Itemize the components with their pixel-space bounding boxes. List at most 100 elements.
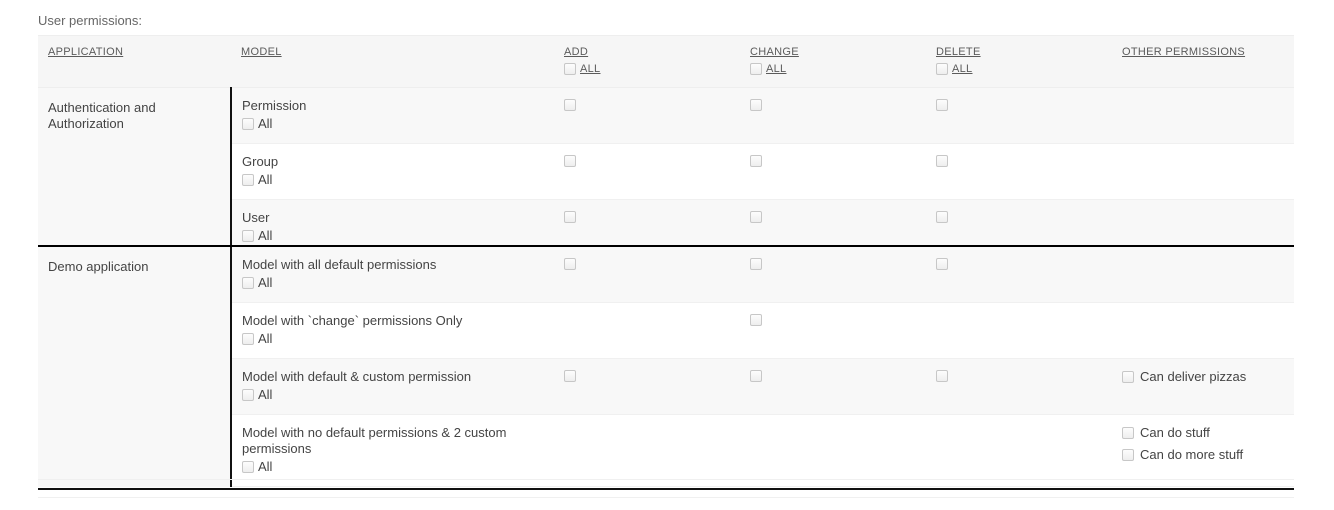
application-name: Authentication and Authorization	[38, 87, 232, 256]
model-all-label[interactable]: All	[258, 116, 272, 132]
other-permission-checkbox[interactable]	[1122, 427, 1134, 439]
table-body-auth: Authentication and Authorization Permissi…	[38, 87, 1294, 256]
model-cell: Group All	[231, 143, 554, 200]
add-permission-checkbox[interactable]	[564, 155, 576, 167]
model-all-label[interactable]: All	[258, 172, 272, 188]
model-all-toggle[interactable]: All	[242, 459, 544, 475]
add-permission-checkbox[interactable]	[564, 211, 576, 223]
delete-permission-cell	[926, 247, 1112, 303]
add-permission-checkbox[interactable]	[564, 370, 576, 382]
delete-permission-cell	[926, 414, 1112, 487]
delete-all-label[interactable]: ALL	[952, 63, 972, 75]
model-all-label[interactable]: All	[258, 459, 272, 475]
add-permission-cell	[554, 87, 740, 144]
column-header-application: APPLICATION	[38, 35, 231, 88]
change-permission-cell	[740, 358, 926, 415]
model-all-label[interactable]: All	[258, 275, 272, 291]
change-permission-cell	[740, 87, 926, 144]
change-permission-checkbox[interactable]	[750, 99, 762, 111]
model-name: Model with `change` permissions Only	[242, 313, 463, 328]
change-all-toggle[interactable]: ALL	[750, 63, 916, 75]
model-all-toggle[interactable]: All	[242, 172, 544, 188]
change-permission-checkbox[interactable]	[750, 370, 762, 382]
model-all-toggle[interactable]: All	[242, 387, 544, 403]
column-header-model-label[interactable]: MODEL	[241, 46, 282, 58]
model-cell: Model with `change` permissions Only All	[231, 302, 554, 359]
column-header-add-label[interactable]: ADD	[564, 46, 588, 58]
model-all-checkbox[interactable]	[242, 174, 254, 186]
change-permission-cell	[740, 247, 926, 303]
permissions-table-auth: APPLICATION MODEL ADD ALL CHANGE ALL DEL…	[38, 35, 1294, 256]
other-permissions-cell	[1112, 247, 1294, 303]
header-row: APPLICATION MODEL ADD ALL CHANGE ALL DEL…	[38, 35, 1294, 88]
model-all-checkbox[interactable]	[242, 461, 254, 473]
delete-permission-checkbox[interactable]	[936, 155, 948, 167]
table-row: Demo application Model with all default p…	[38, 247, 1294, 487]
other-permissions-cell	[1112, 302, 1294, 359]
change-permission-checkbox[interactable]	[750, 314, 762, 326]
other-permission-label[interactable]: Can deliver pizzas	[1140, 369, 1246, 385]
other-permission-item[interactable]: Can do stuff	[1122, 425, 1284, 441]
model-all-checkbox[interactable]	[242, 333, 254, 345]
column-header-application-label[interactable]: APPLICATION	[48, 46, 123, 58]
delete-permission-checkbox[interactable]	[936, 99, 948, 111]
model-all-checkbox[interactable]	[242, 118, 254, 130]
model-name: Model with all default permissions	[242, 257, 437, 272]
other-permission-item[interactable]: Can do more stuff	[1122, 447, 1284, 463]
model-all-label[interactable]: All	[258, 228, 272, 244]
model-all-checkbox[interactable]	[242, 230, 254, 242]
delete-permission-checkbox[interactable]	[936, 370, 948, 382]
change-permission-checkbox[interactable]	[750, 258, 762, 270]
other-permission-label[interactable]: Can do more stuff	[1140, 447, 1243, 463]
model-all-checkbox[interactable]	[242, 277, 254, 289]
model-all-label[interactable]: All	[258, 331, 272, 347]
delete-permission-cell	[926, 358, 1112, 415]
model-cell: Model with default & custom permission Al…	[231, 358, 554, 415]
application-name: Demo application	[38, 247, 232, 487]
model-name: Model with default & custom permission	[242, 369, 472, 384]
model-cell: Model with no default permissions & 2 cu…	[231, 414, 554, 487]
add-all-label[interactable]: ALL	[580, 63, 600, 75]
column-header-delete-label[interactable]: DELETE	[936, 46, 981, 58]
add-permission-checkbox[interactable]	[564, 99, 576, 111]
change-permission-checkbox[interactable]	[750, 211, 762, 223]
model-all-toggle[interactable]: All	[242, 228, 544, 244]
model-cell: Permission All	[231, 87, 554, 144]
change-permission-cell	[740, 143, 926, 200]
delete-permission-checkbox[interactable]	[936, 211, 948, 223]
other-permission-item[interactable]: Can deliver pizzas	[1122, 369, 1284, 385]
change-permission-cell	[740, 414, 926, 487]
model-name: Group	[242, 154, 279, 169]
table-row: Authentication and Authorization Permissi…	[38, 87, 1294, 256]
other-permission-checkbox[interactable]	[1122, 449, 1134, 461]
model-cell: Model with all default permissions All	[231, 247, 554, 303]
add-permission-checkbox[interactable]	[564, 258, 576, 270]
column-header-delete: DELETE ALL	[926, 35, 1112, 88]
add-permission-cell	[554, 358, 740, 415]
permissions-page: User permissions: APPLICATION MODEL ADD …	[0, 0, 1334, 510]
delete-permission-checkbox[interactable]	[936, 258, 948, 270]
bottom-divider	[38, 488, 1294, 490]
delete-all-toggle[interactable]: ALL	[936, 63, 1102, 75]
add-permission-cell	[554, 414, 740, 487]
other-permission-label[interactable]: Can do stuff	[1140, 425, 1210, 441]
delete-all-checkbox[interactable]	[936, 63, 948, 75]
add-all-checkbox[interactable]	[564, 63, 576, 75]
column-header-other-permissions-label[interactable]: OTHER PERMISSIONS	[1122, 46, 1245, 58]
change-all-label[interactable]: ALL	[766, 63, 786, 75]
delete-permission-cell	[926, 302, 1112, 359]
model-all-toggle[interactable]: All	[242, 331, 544, 347]
column-header-change-label[interactable]: CHANGE	[750, 46, 799, 58]
change-all-checkbox[interactable]	[750, 63, 762, 75]
model-all-checkbox[interactable]	[242, 389, 254, 401]
add-all-toggle[interactable]: ALL	[564, 63, 730, 75]
column-header-add: ADD ALL	[554, 35, 740, 88]
other-permission-checkbox[interactable]	[1122, 371, 1134, 383]
column-header-other-permissions: OTHER PERMISSIONS	[1112, 35, 1294, 88]
change-permission-checkbox[interactable]	[750, 155, 762, 167]
bottom-soft-divider-top	[38, 479, 1294, 480]
delete-permission-cell	[926, 143, 1112, 200]
model-all-toggle[interactable]: All	[242, 275, 544, 291]
model-all-label[interactable]: All	[258, 387, 272, 403]
model-all-toggle[interactable]: All	[242, 116, 544, 132]
